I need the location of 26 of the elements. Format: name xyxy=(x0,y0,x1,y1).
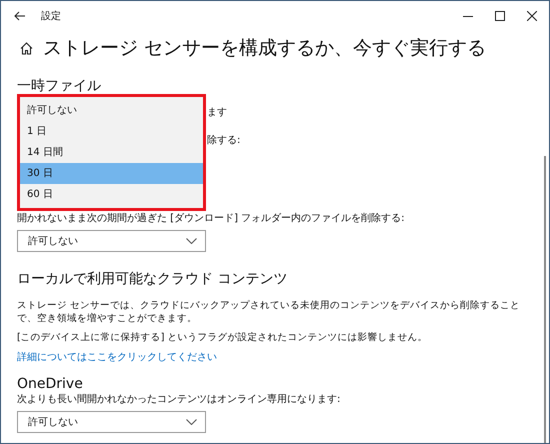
section-heading: 一時ファイル xyxy=(17,77,102,95)
setting-label: 開かれないまま次の期間が過ぎた [ダウンロード] フォルダー内のファイルを削除する: xyxy=(17,212,406,225)
chevron-icon xyxy=(186,419,197,426)
section-heading: OneDrive xyxy=(17,376,84,392)
help-link[interactable]: 詳細についてはここをクリックしてください xyxy=(17,350,217,364)
maximize-icon[interactable] xyxy=(495,11,505,21)
menu-item[interactable]: 60 日 xyxy=(20,184,203,205)
description-text: [このデバイス上に常に保持する] というフラグが設定されたコンテンツには影響しません。 xyxy=(17,332,428,344)
setting-label: ます xyxy=(207,106,228,119)
dropdown[interactable]: 許可しない xyxy=(17,230,206,252)
back-icon[interactable] xyxy=(14,11,26,21)
description-text: ストレージ センサーでは、クラウドにバックアップされている未使用のコンテンツをデバイスから削除することで、空き領域を増やすことができます。 xyxy=(17,300,522,326)
page-heading: ストレージ センサーを構成するか、今すぐ実行する xyxy=(43,36,486,61)
home-icon[interactable] xyxy=(20,42,33,54)
menu-item[interactable]: 1 日 xyxy=(20,121,203,142)
chevron-icon xyxy=(186,238,197,244)
setting-label: 除する: xyxy=(207,134,242,147)
scrollbar[interactable] xyxy=(544,156,546,443)
menu-item[interactable]: 30 日 xyxy=(20,163,203,184)
close-icon[interactable] xyxy=(527,11,537,21)
setting-label: 次よりも長い間開かれなかったコンテンツはオンライン専用になります: xyxy=(17,392,342,406)
menu-item[interactable]: 許可しない xyxy=(20,100,203,121)
window-title: 設定 xyxy=(41,10,61,23)
dropdown[interactable]: 許可しない xyxy=(17,411,206,434)
menu-item[interactable]: 14 日間 xyxy=(20,142,203,163)
section-heading: ローカルで利用可能なクラウド コンテンツ xyxy=(17,270,288,288)
